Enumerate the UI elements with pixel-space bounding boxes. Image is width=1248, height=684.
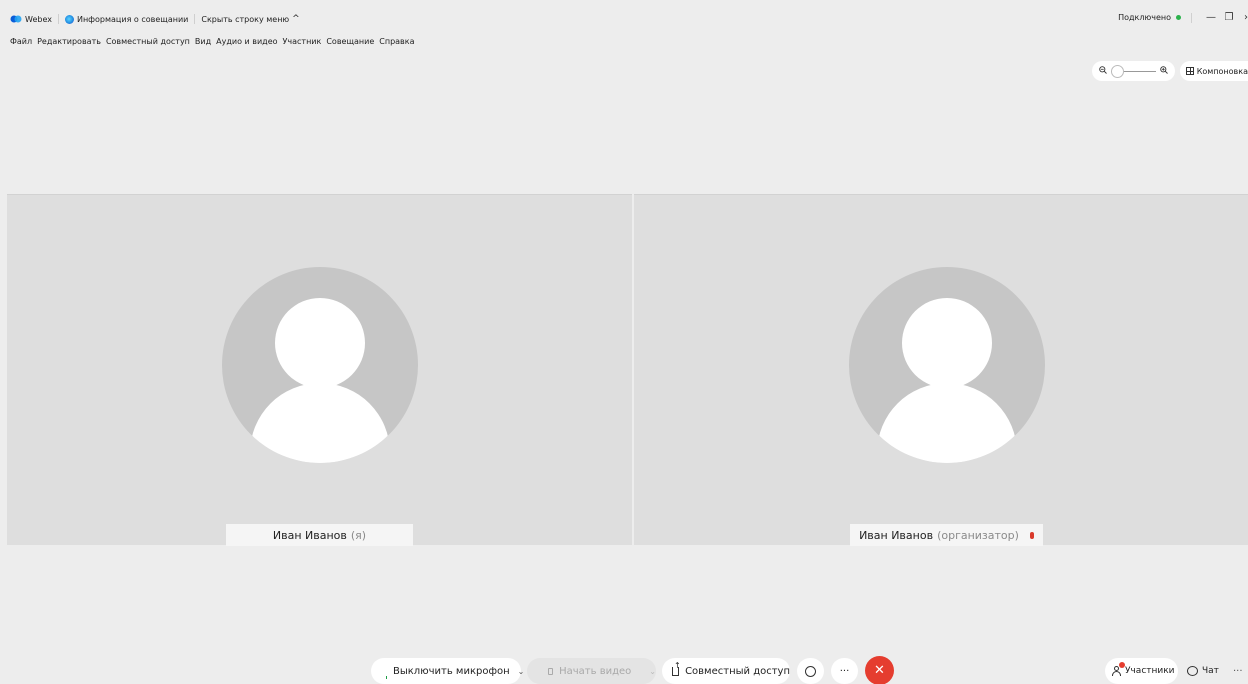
layout-button[interactable]: Компоновка xyxy=(1180,61,1248,81)
participant-name: Иван Иванов xyxy=(272,528,347,542)
muted-mic-icon xyxy=(1029,531,1034,539)
smiley-icon xyxy=(805,665,816,677)
app-name: Webex xyxy=(25,14,52,24)
start-video-label: Начать видео xyxy=(559,665,632,677)
zoom-slider-handle[interactable] xyxy=(1111,64,1124,78)
reactions-button[interactable] xyxy=(797,658,824,684)
menu-edit[interactable]: Редактировать xyxy=(37,37,101,46)
menu-file[interactable]: Файл xyxy=(10,37,32,46)
meeting-info-label: Информация о совещании xyxy=(76,14,189,24)
share-icon xyxy=(672,661,681,676)
participants-button[interactable]: Участники xyxy=(1105,658,1178,684)
zoom-control xyxy=(1092,61,1175,81)
more-icon: ··· xyxy=(1233,665,1243,677)
divider xyxy=(1191,12,1192,23)
restore-button[interactable]: ❐ xyxy=(1220,12,1238,23)
video-tile-host[interactable]: Иван Иванов (организатор) xyxy=(634,194,1248,546)
video-off-icon xyxy=(548,667,554,675)
menu-bar: Файл Редактировать Совместный доступ Вид… xyxy=(10,37,420,46)
participants-icon xyxy=(1112,662,1125,676)
divider xyxy=(57,14,59,24)
video-tile-self[interactable]: Иван Иванов (я) xyxy=(7,194,632,546)
leave-meeting-button[interactable]: ✕ xyxy=(865,656,894,684)
title-bar-right: Подключено — ❐ › xyxy=(1118,12,1248,23)
connection-status-dot-icon xyxy=(1176,15,1181,20)
mute-button[interactable]: Выключить микрофон ⌄ xyxy=(371,658,524,684)
hide-menu-button[interactable]: Скрыть строку меню ^ xyxy=(201,14,299,24)
avatar-body xyxy=(250,383,390,463)
close-icon: ✕ xyxy=(874,663,885,678)
title-bar: Webex Информация о совещании Скрыть стро… xyxy=(0,0,1248,36)
avatar-head xyxy=(902,298,992,388)
menu-meeting[interactable]: Совещание xyxy=(326,37,374,46)
avatar-head xyxy=(275,298,365,388)
zoom-in-icon[interactable] xyxy=(1160,66,1168,76)
close-button[interactable]: › xyxy=(1238,12,1248,23)
participant-name-label: Иван Иванов (я) xyxy=(226,524,413,546)
meeting-info-icon xyxy=(64,14,74,24)
connection-status: Подключено xyxy=(1118,13,1171,22)
menu-help[interactable]: Справка xyxy=(379,37,414,46)
minimize-button[interactable]: — xyxy=(1202,12,1220,23)
chevron-down-icon[interactable]: ⌄ xyxy=(518,667,525,676)
chevron-up-icon: ^ xyxy=(292,14,300,24)
menu-participant[interactable]: Участник xyxy=(283,37,322,46)
chat-label: Чат xyxy=(1202,666,1219,676)
mute-label: Выключить микрофон xyxy=(393,665,510,677)
participant-role: (я) xyxy=(350,528,367,542)
more-icon: ··· xyxy=(839,665,850,677)
avatar-placeholder-icon xyxy=(849,267,1045,463)
participant-name: Иван Иванов xyxy=(859,528,934,542)
meeting-info-button[interactable]: Информация о совещании xyxy=(64,14,189,24)
layout-grid-icon xyxy=(1186,67,1194,75)
start-video-button[interactable]: Начать видео ⌄ xyxy=(527,658,656,684)
more-panels-button[interactable]: ··· xyxy=(1233,658,1248,684)
title-bar-left: Webex Информация о совещании Скрыть стро… xyxy=(10,14,300,24)
menu-view[interactable]: Вид xyxy=(195,37,211,46)
participant-role: (организатор) xyxy=(937,528,1019,542)
hide-menu-label: Скрыть строку меню xyxy=(201,14,290,24)
share-button[interactable]: Совместный доступ xyxy=(662,658,790,684)
more-options-button[interactable]: ··· xyxy=(831,658,858,684)
participant-name-label: Иван Иванов (организатор) xyxy=(850,524,1043,546)
menu-share[interactable]: Совместный доступ xyxy=(106,37,190,46)
divider xyxy=(194,14,196,24)
zoom-out-icon[interactable] xyxy=(1099,66,1107,76)
layout-label: Компоновка xyxy=(1196,66,1248,76)
chevron-down-icon[interactable]: ⌄ xyxy=(649,667,656,676)
chat-icon xyxy=(1187,666,1198,676)
chat-button[interactable]: Чат xyxy=(1182,658,1224,684)
share-label: Совместный доступ xyxy=(685,665,790,677)
zoom-slider[interactable] xyxy=(1111,64,1156,78)
avatar-placeholder-icon xyxy=(222,267,418,463)
webex-logo-icon xyxy=(10,15,22,23)
menu-audio-video[interactable]: Аудио и видео xyxy=(216,37,277,46)
avatar-body xyxy=(877,383,1017,463)
participants-label: Участники xyxy=(1125,666,1175,676)
